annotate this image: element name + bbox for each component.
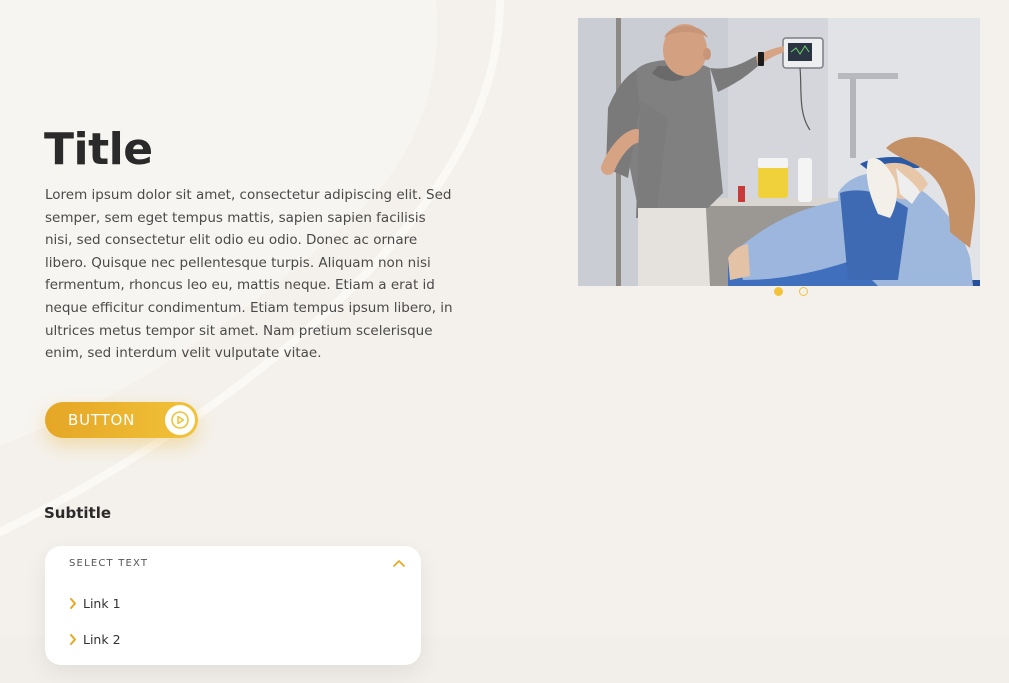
- hero-photo: [578, 18, 980, 286]
- dropdown-label: SELECT TEXT: [69, 558, 149, 569]
- chevron-right-icon: [70, 634, 76, 645]
- cta-button[interactable]: BUTTON: [45, 402, 198, 438]
- dropdown-link-label: Link 2: [83, 632, 121, 647]
- carousel-dot-1[interactable]: [774, 287, 783, 296]
- select-dropdown: SELECT TEXT Link 1 Link 2: [45, 546, 421, 665]
- hero-title: Title: [44, 124, 153, 175]
- chevron-right-icon: [70, 598, 76, 609]
- hero-body-text: Lorem ipsum dolor sit amet, consectetur …: [45, 187, 453, 362]
- section-subtitle: Subtitle: [44, 504, 112, 522]
- carousel-dot-2[interactable]: [799, 287, 808, 296]
- cta-button-label: BUTTON: [68, 411, 136, 429]
- chevron-up-icon: [393, 560, 405, 567]
- play-circle-icon: [165, 405, 195, 435]
- dropdown-toggle[interactable]: SELECT TEXT: [45, 546, 421, 582]
- dropdown-link-label: Link 1: [83, 596, 121, 611]
